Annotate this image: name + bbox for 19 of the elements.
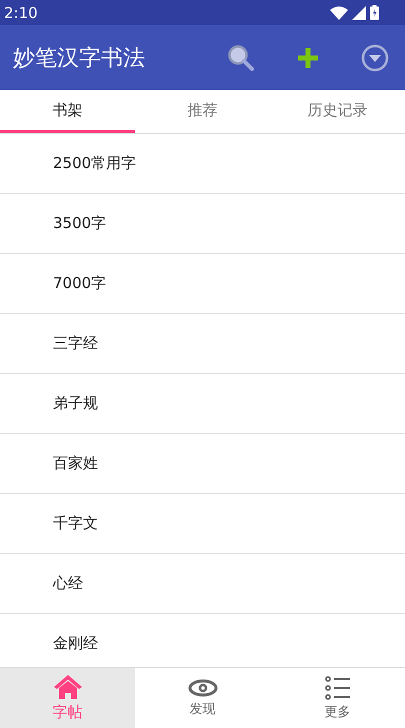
add-icon[interactable] (297, 46, 319, 68)
list-item[interactable]: 心经 (0, 554, 405, 614)
list-item[interactable]: 百家姓 (0, 434, 405, 494)
list-item[interactable]: 3500字 (0, 194, 405, 254)
app-title: 妙笔汉字书法 (13, 44, 145, 72)
home-icon (52, 674, 82, 700)
search-icon[interactable] (227, 44, 255, 72)
list-item[interactable]: 2500常用字 (0, 134, 405, 194)
list-item[interactable]: 三字经 (0, 314, 405, 374)
list-item[interactable]: 弟子规 (0, 374, 405, 434)
dropdown-icon[interactable] (361, 44, 389, 72)
wifi-icon (330, 6, 348, 20)
list-item[interactable]: 千字文 (0, 494, 405, 554)
battery-icon (370, 5, 379, 20)
list-icon (324, 676, 350, 700)
list-item[interactable]: 7000字 (0, 254, 405, 314)
eye-icon (188, 678, 218, 696)
signal-icon (352, 6, 366, 20)
status-time: 2:10 (4, 4, 38, 22)
